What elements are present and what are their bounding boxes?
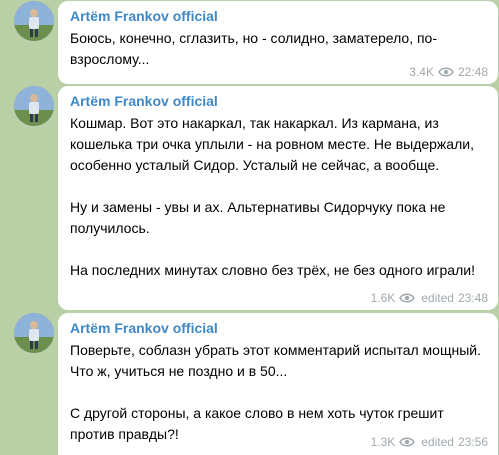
message-paragraph: На последних минутах словно без трёх, не…	[70, 262, 475, 278]
avatar[interactable]	[14, 86, 54, 126]
message-time: 23:48	[457, 291, 488, 305]
view-count: 1.3K	[370, 435, 396, 449]
eye-icon	[399, 436, 416, 448]
edited-label: edited	[421, 435, 454, 449]
message-time: 23:56	[457, 435, 488, 449]
message-bubble[interactable]: Artëm Frankov official Кошмар. Вот это н…	[58, 86, 498, 310]
eye-icon	[399, 292, 416, 304]
message-paragraph: Боюсь, конечно, сглазить, но - солидно, …	[70, 30, 438, 67]
author-name[interactable]: Artëm Frankov official	[70, 319, 488, 337]
message-text: Боюсь, конечно, сглазить, но - солидно, …	[70, 28, 488, 70]
avatar[interactable]	[14, 313, 54, 353]
message-bubble[interactable]: Artëm Frankov official Боюсь, конечно, с…	[58, 1, 498, 84]
message-bubble[interactable]: Artëm Frankov official Поверьте, соблазн…	[58, 313, 498, 455]
message-paragraph: Ну и замены - увы и ах. Альтернативы Сид…	[70, 199, 446, 236]
message-text: Поверьте, соблазн убрать этот комментари…	[70, 340, 488, 445]
avatar[interactable]	[14, 1, 54, 41]
message-paragraph: Поверьте, соблазн убрать этот комментари…	[70, 342, 481, 379]
message-paragraph: Кошмар. Вот это накаркал, так накаркал. …	[70, 115, 474, 173]
message-meta: 1.6K edited 23:48	[371, 291, 488, 305]
view-count: 3.4K	[409, 65, 434, 79]
message-time: 22:48	[457, 65, 488, 79]
eye-icon	[438, 66, 454, 78]
author-name[interactable]: Artëm Frankov official	[70, 7, 488, 25]
message-meta: 1.3K edited 23:56	[371, 435, 488, 449]
author-name[interactable]: Artëm Frankov official	[70, 92, 488, 110]
message-text: Кошмар. Вот это накаркал, так накаркал. …	[70, 113, 488, 281]
edited-label: edited	[421, 291, 454, 305]
view-count: 1.6K	[370, 291, 396, 305]
message-meta: 3.4K 22:48	[409, 65, 488, 79]
